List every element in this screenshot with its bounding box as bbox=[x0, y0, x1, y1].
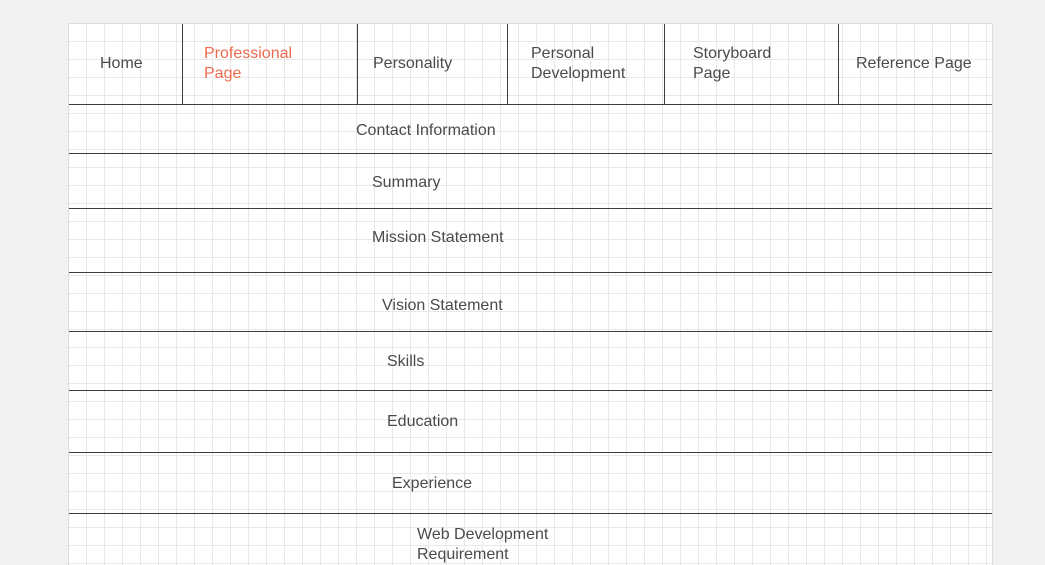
section-divider bbox=[69, 513, 992, 514]
section-vision-statement: Vision Statement bbox=[382, 297, 503, 314]
section-experience: Experience bbox=[392, 475, 473, 492]
nav-item-personality[interactable]: Personality bbox=[358, 24, 507, 104]
nav-personal-dev-label-line2: Development bbox=[531, 65, 626, 82]
nav-item-storyboard-page[interactable]: Storyboard Page bbox=[665, 24, 838, 104]
nav-personal-dev-label-line1: Personal bbox=[531, 45, 595, 62]
section-mission-statement: Mission Statement bbox=[372, 229, 504, 246]
section-divider bbox=[69, 208, 992, 209]
section-webdev-line1: Web Development bbox=[417, 526, 549, 543]
nav-storyboard-label-line1: Storyboard bbox=[693, 45, 772, 62]
nav-item-home[interactable]: Home bbox=[69, 24, 182, 104]
section-divider bbox=[69, 331, 992, 332]
nav-reference-label: Reference Page bbox=[856, 55, 972, 72]
section-divider bbox=[69, 272, 992, 273]
nav-professional-label-line2: Page bbox=[204, 65, 242, 82]
section-divider bbox=[69, 390, 992, 391]
section-skills: Skills bbox=[387, 353, 425, 370]
section-divider bbox=[69, 452, 992, 453]
section-webdev-line2: Requirement bbox=[417, 546, 509, 563]
nav-professional-label-line1: Professional bbox=[204, 45, 293, 62]
nav-home-label: Home bbox=[100, 55, 143, 72]
section-education: Education bbox=[387, 413, 459, 430]
nav-item-personal-development[interactable]: Personal Development bbox=[508, 24, 664, 104]
nav-item-reference-page[interactable]: Reference Page bbox=[839, 24, 992, 104]
section-divider bbox=[69, 104, 992, 105]
section-divider bbox=[69, 153, 992, 154]
nav-storyboard-label-line2: Page bbox=[693, 65, 731, 82]
nav-personality-label: Personality bbox=[373, 55, 453, 72]
section-summary: Summary bbox=[372, 174, 441, 191]
wireframe-canvas: Home Professional Page Personality Perso… bbox=[68, 23, 993, 565]
nav-item-professional-page[interactable]: Professional Page bbox=[183, 24, 357, 104]
section-web-development-requirement: Web Development Requirement bbox=[417, 525, 548, 565]
section-contact-information: Contact Information bbox=[356, 122, 496, 139]
